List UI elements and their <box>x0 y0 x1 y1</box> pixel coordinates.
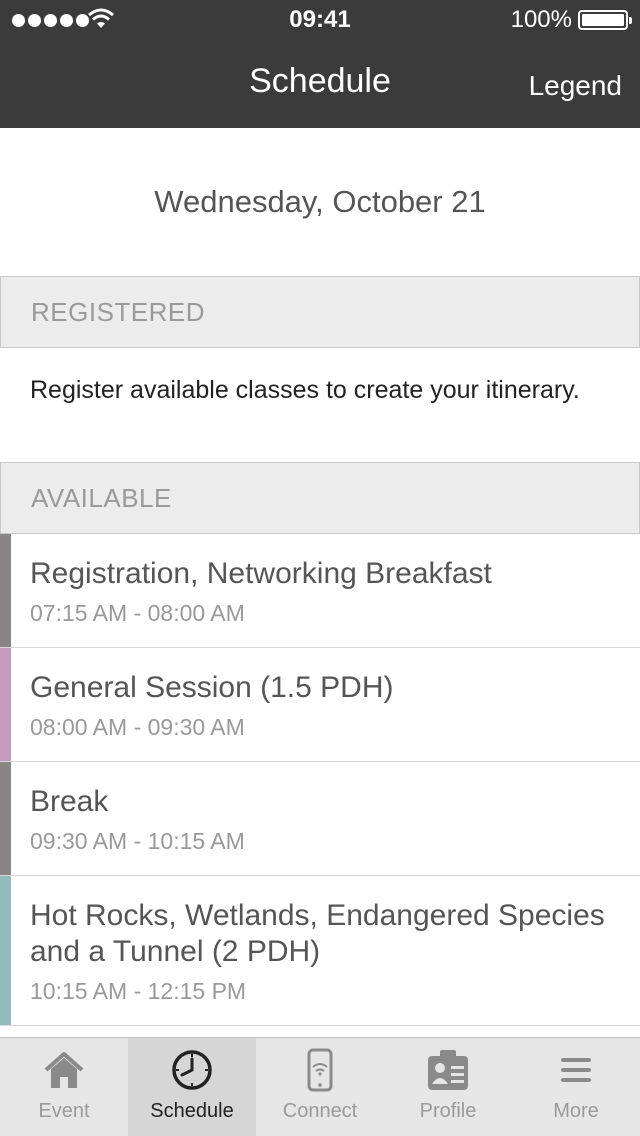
schedule-item[interactable]: Break 09:30 AM - 10:15 AM <box>0 762 640 876</box>
category-color-bar <box>0 762 11 875</box>
schedule-item[interactable]: General Session (1.5 PDH) 08:00 AM - 09:… <box>0 648 640 762</box>
battery-percent: 100% <box>510 6 572 33</box>
app-screen: 09:41 100% Schedule Legend Wednesday, Oc… <box>0 0 640 1136</box>
legend-button[interactable]: Legend <box>529 70 622 102</box>
schedule-item-time: 10:15 AM - 12:15 PM <box>30 978 247 1004</box>
schedule-date: Wednesday, October 21 <box>154 184 486 219</box>
category-color-bar <box>0 648 11 761</box>
schedule-item-time: 08:00 AM - 09:30 AM <box>30 714 245 740</box>
status-bar: 09:41 100% <box>0 0 640 40</box>
tab-event[interactable]: Event <box>0 1038 128 1136</box>
battery-icon <box>578 10 632 30</box>
schedule-item-title: Registration, Networking Breakfast <box>30 557 492 590</box>
category-color-bar <box>0 534 11 647</box>
tab-label: More <box>553 1100 599 1122</box>
tab-label: Schedule <box>150 1100 234 1122</box>
schedule-item[interactable]: Registration, Networking Breakfast 07:15… <box>0 534 640 648</box>
category-color-bar <box>0 876 11 1025</box>
tab-bar: Event Schedule Connect Profile More <box>0 1037 640 1136</box>
tab-label: Profile <box>419 1100 477 1122</box>
available-section-header: AVAILABLE <box>0 462 640 534</box>
schedule-item[interactable]: Hot Rocks, Wetlands, Endangered Species … <box>0 876 640 1026</box>
tab-schedule[interactable]: Schedule <box>128 1038 256 1136</box>
home-icon <box>44 1052 84 1088</box>
schedule-item-time: 07:15 AM - 08:00 AM <box>30 600 245 626</box>
schedule-item-title: General Session (1.5 PDH) <box>30 671 394 704</box>
registered-section-header: REGISTERED <box>0 276 640 348</box>
schedule-item-title: Break <box>30 785 109 818</box>
schedule-content[interactable]: Wednesday, October 21 REGISTERED Registe… <box>0 128 640 1037</box>
menu-icon <box>561 1058 591 1082</box>
tab-more[interactable]: More <box>512 1038 640 1136</box>
nav-bar: Schedule Legend <box>0 40 640 128</box>
schedule-item-title: Hot Rocks, Wetlands, Endangered Species … <box>30 899 605 968</box>
phone-icon <box>307 1048 333 1092</box>
tab-profile[interactable]: Profile <box>384 1038 512 1136</box>
registered-empty-note: Register available classes to create you… <box>30 376 580 404</box>
top-bar: 09:41 100% Schedule Legend <box>0 0 640 128</box>
tab-connect[interactable]: Connect <box>256 1038 384 1136</box>
schedule-item-time: 09:30 AM - 10:15 AM <box>30 828 245 854</box>
tab-label: Event <box>38 1100 90 1122</box>
clock-icon <box>172 1050 212 1090</box>
id-card-icon <box>428 1050 468 1090</box>
tab-label: Connect <box>282 1100 358 1122</box>
